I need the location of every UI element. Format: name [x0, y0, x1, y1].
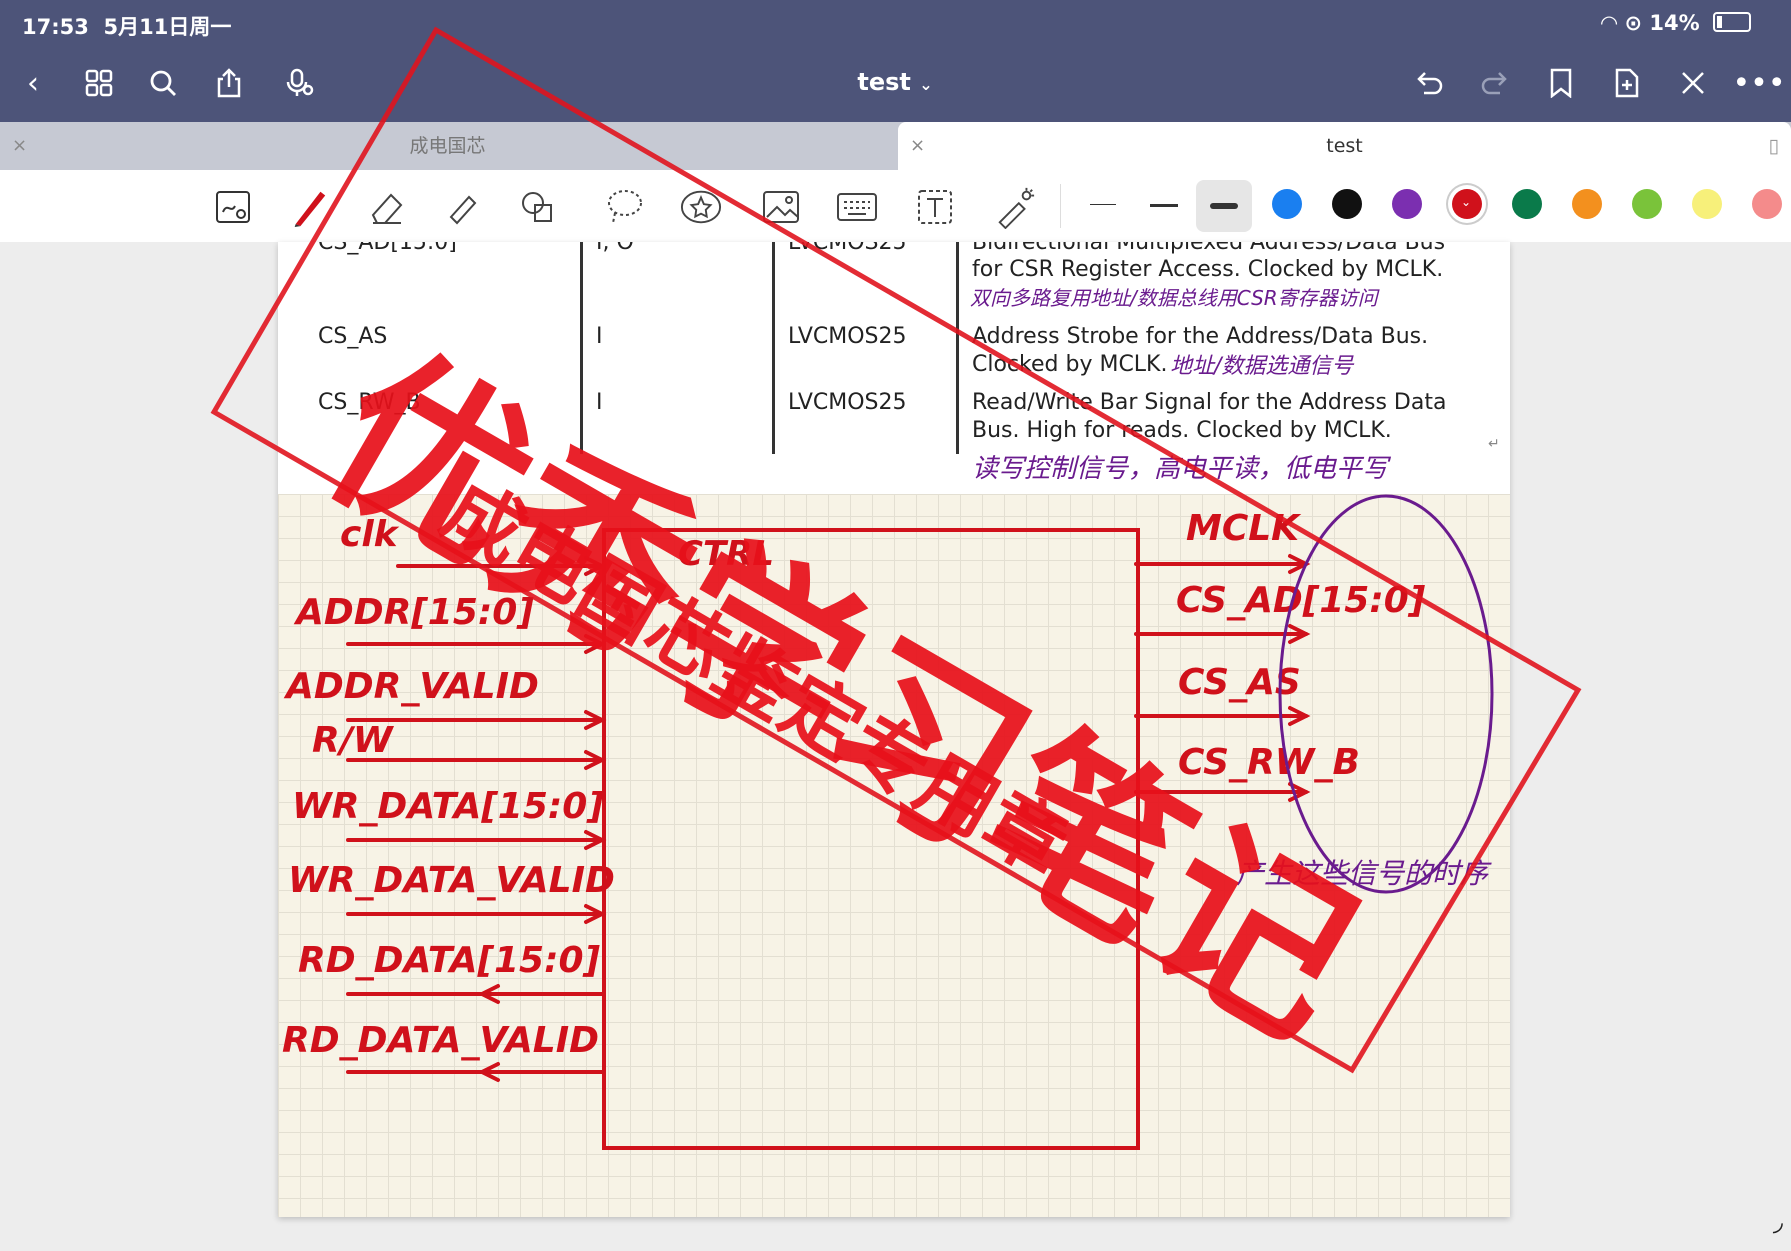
back-icon[interactable]: ‹: [10, 60, 56, 106]
laser-pointer-icon[interactable]: [994, 186, 1036, 229]
input-signal-label: WR_DATA[15:0]: [292, 786, 604, 827]
text-box-icon[interactable]: [914, 186, 956, 228]
chevron-down-icon: ⌄: [919, 75, 933, 94]
signal-standard: LVCMOS25: [788, 242, 907, 255]
split-view-icon[interactable]: ▯: [1769, 122, 1779, 170]
color-swatch-black[interactable]: [1332, 189, 1362, 219]
undo-icon[interactable]: [1406, 60, 1452, 106]
color-swatch-green[interactable]: [1512, 189, 1542, 219]
signal-name: CS_AD[15:0]: [318, 242, 457, 255]
block-label: CTRL: [678, 534, 774, 574]
drawing-toolbar: ⌄: [0, 170, 1791, 243]
status-bar: 17:53 5月11日周一 ◠ ⊙ 14%: [0, 0, 1791, 46]
grid-paper-area[interactable]: CTRL clk ADDR[15:0] ADDR_VALID R/W WR_DA…: [278, 494, 1510, 1217]
thin-stroke-option[interactable]: [1090, 204, 1116, 205]
output-signal-label: MCLK: [1186, 508, 1300, 549]
toolbar-divider: [1060, 184, 1061, 228]
grid-view-icon[interactable]: [76, 60, 122, 106]
image-icon[interactable]: [760, 186, 802, 228]
pen-icon[interactable]: [288, 186, 330, 228]
handwritten-note: 产生这些信号的时序: [1236, 857, 1489, 890]
tab-label: 成电国芯: [409, 135, 486, 157]
redo-icon[interactable]: [1472, 60, 1518, 106]
signal-direction: I: [596, 390, 603, 415]
input-signal-label: ADDR_VALID: [286, 666, 539, 707]
chevron-down-icon: ⌄: [1461, 195, 1472, 209]
highlighter-icon[interactable]: [440, 186, 482, 228]
document-title[interactable]: test ⌄: [820, 68, 970, 96]
color-swatch-pink[interactable]: [1752, 189, 1782, 219]
signal-desc: Bidirectional Multiplexed Address/Data B…: [972, 242, 1446, 255]
signal-standard: LVCMOS25: [788, 390, 907, 415]
input-signal-label: RD_DATA_VALID: [282, 1020, 600, 1061]
signal-standard: LVCMOS25: [788, 324, 907, 349]
thick-stroke-option[interactable]: [1196, 180, 1252, 232]
orientation-lock-icon: ⊙: [1624, 11, 1643, 35]
tab-chengdian[interactable]: × 成电国芯: [0, 122, 895, 170]
signal-desc: Address Strobe for the Address/Data Bus.: [972, 324, 1429, 349]
signal-desc: Bus. High for reads. Clocked by MCLK.: [972, 418, 1392, 443]
keyboard-icon[interactable]: [836, 186, 878, 228]
output-signal-label: CS_RW_B: [1178, 742, 1360, 783]
microphone-icon[interactable]: [276, 60, 322, 106]
input-signal-label: RD_DATA[15:0]: [298, 940, 600, 981]
tab-bar: × 成电国芯 × test ▯: [0, 122, 1791, 170]
input-signal-label: WR_DATA_VALID: [288, 860, 615, 901]
lasso-zoom-icon[interactable]: [212, 186, 254, 228]
edit-close-icon[interactable]: [1670, 60, 1716, 106]
table-divider: [772, 242, 775, 454]
input-signal-label: clk: [340, 514, 398, 555]
tab-label: test: [1326, 135, 1363, 157]
handwritten-note: 地址/数据选通信号: [1170, 354, 1354, 379]
status-time: 17:53 5月11日周一: [22, 15, 232, 39]
status-system: ◠ ⊙ 14%: [1601, 11, 1751, 35]
output-signal-label: CS_AS: [1178, 662, 1301, 703]
battery-icon: [1713, 12, 1751, 32]
shapes-icon[interactable]: [516, 186, 558, 228]
color-swatch-light-green[interactable]: [1632, 189, 1662, 219]
signal-desc: Clocked by MCLK.: [972, 352, 1168, 377]
table-divider: [956, 242, 959, 454]
more-icon[interactable]: •••: [1732, 60, 1785, 106]
return-mark: ↵: [1488, 436, 1500, 452]
medium-stroke-option[interactable]: [1150, 204, 1178, 207]
color-swatch-blue[interactable]: [1272, 189, 1302, 219]
battery-percent: 14%: [1649, 11, 1700, 35]
note-canvas[interactable]: CS_AD[15:0] I, O LVCMOS25 Bidirectional …: [0, 242, 1791, 1251]
signal-table: CS_AD[15:0] I, O LVCMOS25 Bidirectional …: [278, 242, 1510, 494]
bookmark-icon[interactable]: [1538, 60, 1584, 106]
signal-desc: Read/Write Bar Signal for the Address Da…: [972, 390, 1447, 415]
output-signal-label: CS_AD[15:0]: [1176, 580, 1426, 621]
color-swatch-purple[interactable]: [1392, 189, 1422, 219]
color-swatch-yellow[interactable]: [1692, 189, 1722, 219]
add-page-icon[interactable]: [1604, 60, 1650, 106]
table-divider: [580, 242, 583, 454]
signal-name: CS_AS: [318, 324, 388, 349]
ctrl-block: [602, 528, 1140, 1150]
sticker-icon[interactable]: [680, 186, 722, 228]
handwritten-note: 双向多路复用地址/数据总线用CSR寄存器访问: [970, 286, 1378, 310]
search-icon[interactable]: [140, 60, 186, 106]
color-swatch-red-selected[interactable]: ⌄: [1452, 189, 1482, 219]
output-group-ellipse: [1278, 494, 1494, 894]
lasso-icon[interactable]: [604, 186, 646, 228]
resize-handle-icon[interactable]: ◞: [1773, 1207, 1783, 1237]
eraser-icon[interactable]: [366, 186, 408, 228]
tab-test[interactable]: × test ▯: [898, 122, 1791, 170]
wifi-icon: ◠: [1601, 11, 1618, 35]
color-swatch-orange[interactable]: [1572, 189, 1602, 219]
signal-direction: I: [596, 324, 603, 349]
share-icon[interactable]: [206, 60, 252, 106]
note-page[interactable]: CS_AD[15:0] I, O LVCMOS25 Bidirectional …: [278, 242, 1510, 1217]
top-toolbar: ‹ test ⌄ •••: [0, 46, 1791, 122]
input-signal-label: R/W: [312, 720, 393, 761]
signal-desc: for CSR Register Access. Clocked by MCLK…: [972, 257, 1444, 282]
signal-name: CS_RW_B: [318, 390, 421, 415]
handwritten-note: 读写控制信号，高电平读，低电平写: [972, 454, 1389, 484]
signal-direction: I, O: [596, 242, 634, 255]
input-signal-label: ADDR[15:0]: [296, 592, 534, 633]
